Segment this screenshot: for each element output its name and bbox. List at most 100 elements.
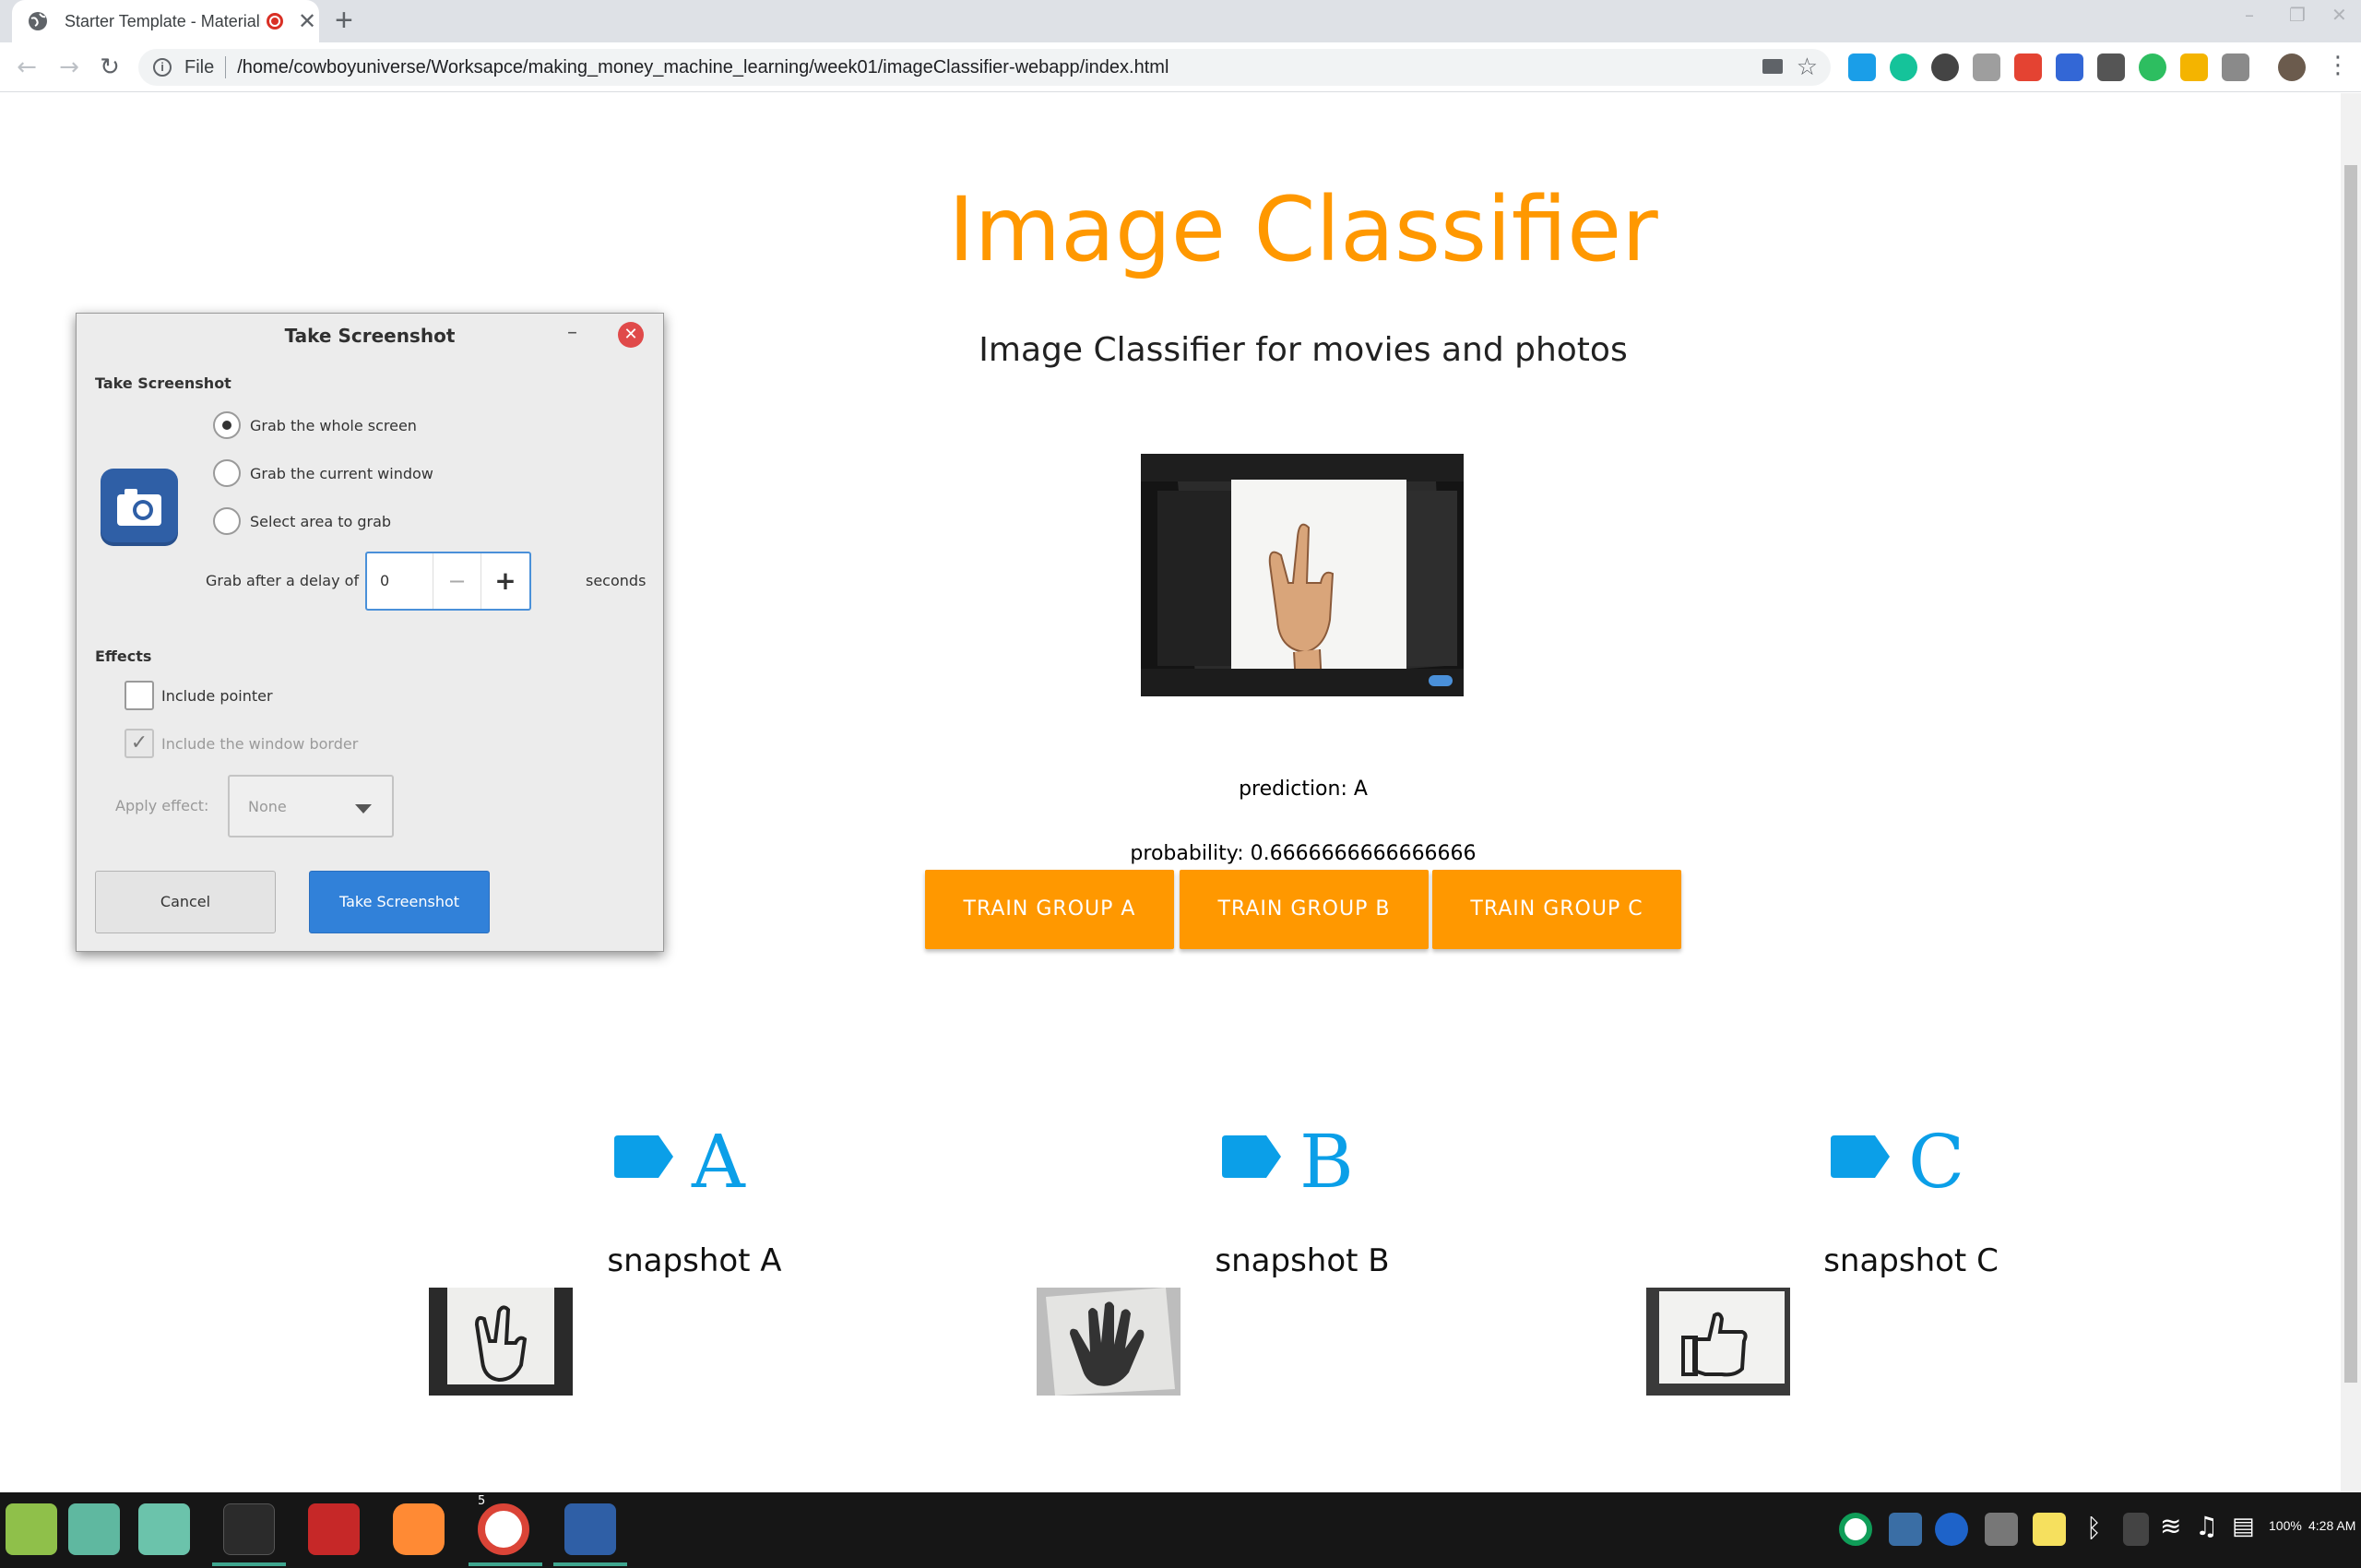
update-icon[interactable] — [2123, 1513, 2149, 1546]
new-tab-button[interactable]: + — [335, 3, 353, 39]
browser-tab-strip: Starter Template - Materialize ✕ + – ❐ ✕ — [0, 0, 2361, 42]
todoist-icon[interactable] — [2014, 53, 2042, 81]
page-title: Image Classifier — [948, 178, 1658, 281]
chrome-icon[interactable] — [478, 1503, 529, 1555]
wifi-icon[interactable]: ≋ — [2160, 1511, 2181, 1541]
pin-extension-icon[interactable] — [2097, 53, 2125, 81]
checkmark-icon: ✓ — [125, 729, 154, 758]
delay-label: Grab after a delay of — [206, 572, 360, 589]
address-bar[interactable]: i File /home/cowboyuniverse/Worksapce/ma… — [138, 49, 1831, 86]
restore-window-icon[interactable]: ❐ — [2289, 4, 2306, 26]
screenshot-dialog: Take Screenshot – ✕ Take Screenshot Grab… — [76, 313, 664, 952]
take-screenshot-button[interactable]: Take Screenshot — [309, 871, 490, 933]
terminal-red-icon[interactable] — [308, 1503, 360, 1555]
active-indicator — [469, 1562, 542, 1566]
clock[interactable]: 4:28 AM — [2308, 1518, 2355, 1533]
wordpress-icon[interactable] — [1931, 53, 1959, 81]
effect-value: None — [248, 798, 287, 815]
lock-extension-icon[interactable] — [2180, 53, 2208, 81]
train-group-c-button[interactable]: TRAIN GROUP C — [1432, 870, 1681, 949]
effects-section-label: Effects — [95, 647, 152, 665]
effect-dropdown: None — [228, 775, 394, 837]
download-icon[interactable] — [2222, 53, 2249, 81]
mint-menu-icon[interactable] — [6, 1503, 57, 1555]
group-letter: C — [1908, 1119, 1965, 1205]
taskbar: 5 ᛒ ≋ ♫ ▤ 100% 4:28 AM — [0, 1492, 2361, 1568]
notes-icon[interactable] — [2033, 1513, 2066, 1546]
label-tag-icon — [614, 1135, 673, 1178]
checkbox-unchecked[interactable] — [125, 681, 154, 710]
page-scrollbar[interactable] — [2341, 93, 2361, 1492]
grid-icon[interactable] — [1985, 1513, 2018, 1546]
cancel-button[interactable]: Cancel — [95, 871, 276, 933]
close-tab-icon[interactable]: ✕ — [298, 8, 316, 34]
reload-icon[interactable]: ↻ — [96, 53, 124, 81]
close-dialog-icon[interactable]: ✕ — [618, 322, 644, 348]
snapshot-c-image — [1646, 1288, 1790, 1396]
include-window-border-option: ✓ Include the window border — [125, 729, 358, 758]
take-screenshot-section-label: Take Screenshot — [95, 374, 231, 392]
bluetooth-icon[interactable] — [1935, 1513, 1968, 1546]
music-icon[interactable]: ♫ — [2195, 1511, 2218, 1541]
tab-title: Starter Template - Materialize — [65, 11, 261, 30]
extensions-area — [1848, 53, 2249, 81]
clipboard-icon[interactable]: ▤ — [2232, 1513, 2255, 1540]
minimize-dialog-icon[interactable]: – — [567, 321, 577, 344]
snapshot-b-image — [1037, 1288, 1180, 1396]
terminal-icon[interactable] — [223, 1503, 275, 1555]
chrome-tray-icon[interactable] — [1839, 1513, 1872, 1546]
bluetooth-status-icon[interactable]: ᛒ — [2086, 1513, 2102, 1543]
label-tag-icon — [1831, 1135, 1890, 1178]
radio-selected[interactable] — [213, 411, 241, 439]
radio-unselected[interactable] — [213, 459, 241, 487]
bookmark-star-icon[interactable]: ☆ — [1797, 53, 1818, 81]
firefox-icon[interactable] — [393, 1503, 445, 1555]
evernote-icon[interactable] — [2139, 53, 2166, 81]
shield-icon[interactable] — [1889, 1513, 1922, 1546]
select-area-option[interactable]: Select area to grab — [213, 507, 391, 535]
camera-permission-icon[interactable] — [1762, 59, 1783, 74]
browser-tab[interactable]: Starter Template - Materialize ✕ — [12, 0, 319, 42]
folder-extension-icon[interactable] — [2056, 53, 2083, 81]
close-window-icon[interactable]: ✕ — [2331, 4, 2347, 26]
forward-icon[interactable]: → — [55, 53, 83, 81]
train-group-a-button[interactable]: TRAIN GROUP A — [925, 870, 1174, 949]
address-url[interactable]: /home/cowboyuniverse/Worksapce/making_mo… — [237, 57, 1169, 78]
checkbox-label: Include pointer — [161, 686, 273, 705]
grammarly-icon[interactable] — [1890, 53, 1917, 81]
grab-whole-screen-option[interactable]: Grab the whole screen — [213, 411, 417, 439]
group-b: B snapshot B — [1095, 1119, 1510, 1279]
include-pointer-option[interactable]: Include pointer — [125, 681, 273, 710]
battery-level: 100% — [2269, 1518, 2302, 1533]
dropdown-arrow-icon — [355, 804, 372, 814]
scrollbar-thumb[interactable] — [2344, 165, 2357, 1383]
browser-menu-icon[interactable]: ⋮ — [2326, 52, 2350, 79]
train-group-b-button[interactable]: TRAIN GROUP B — [1180, 870, 1429, 949]
camera-icon — [101, 469, 178, 546]
info-icon[interactable]: i — [153, 58, 172, 77]
radio-unselected[interactable] — [213, 507, 241, 535]
active-indicator — [553, 1562, 627, 1566]
option-label: Select area to grab — [250, 512, 392, 530]
profile-avatar[interactable] — [2278, 53, 2306, 81]
label-tag-icon — [1222, 1135, 1281, 1178]
back-icon[interactable]: ← — [13, 53, 41, 81]
minimize-window-icon[interactable]: – — [2245, 4, 2254, 26]
snapshot-label: snapshot C — [1823, 1242, 1999, 1279]
decrement-icon[interactable]: − — [433, 553, 481, 609]
delay-value[interactable]: 0 — [367, 553, 433, 609]
grab-current-window-option[interactable]: Grab the current window — [213, 459, 433, 487]
briefcase-icon[interactable] — [1973, 53, 2000, 81]
delay-spinner[interactable]: 0 − + — [365, 552, 531, 611]
active-indicator — [212, 1562, 286, 1566]
files-icon[interactable] — [68, 1503, 120, 1555]
chrome-badge: 5 — [478, 1494, 486, 1508]
seconds-label: seconds — [586, 572, 647, 589]
increment-icon[interactable]: + — [481, 553, 529, 609]
folder-icon[interactable] — [138, 1503, 190, 1555]
group-c: C snapshot C — [1703, 1119, 2118, 1279]
screenshot-app-icon[interactable] — [564, 1503, 616, 1555]
extension-icon[interactable] — [1848, 53, 1876, 81]
group-a: A snapshot A — [487, 1119, 902, 1279]
snapshot-label: snapshot B — [1215, 1242, 1390, 1279]
